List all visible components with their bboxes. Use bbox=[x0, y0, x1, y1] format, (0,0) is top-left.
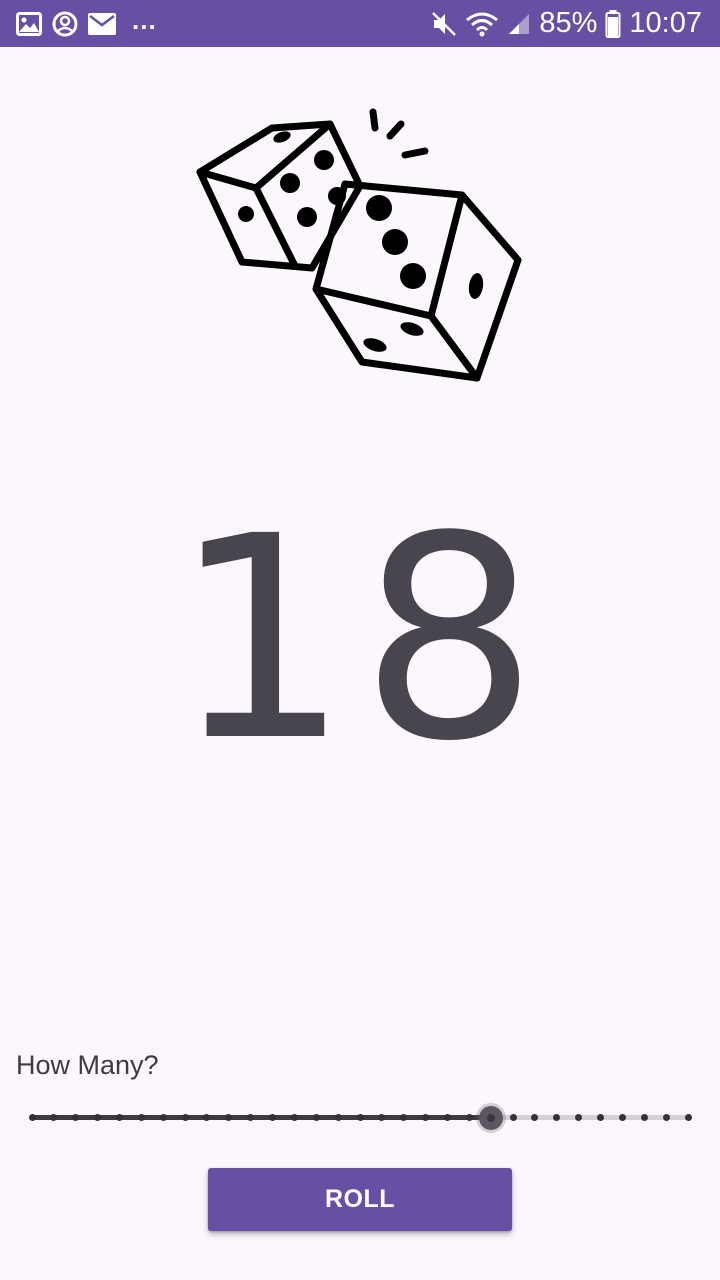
notification-area: ... bbox=[16, 7, 431, 37]
slider-tick bbox=[312, 1114, 320, 1121]
gallery-icon bbox=[16, 11, 42, 36]
signal-icon bbox=[507, 12, 531, 36]
mail-icon bbox=[88, 12, 116, 35]
slider-tick bbox=[115, 1114, 123, 1121]
more-notifications: ... bbox=[132, 4, 157, 35]
slider-tick bbox=[618, 1114, 626, 1121]
status-bar: ... 85% 10:07 bbox=[0, 0, 720, 47]
dice-count-slider[interactable] bbox=[28, 1100, 692, 1136]
slider-tick bbox=[28, 1114, 36, 1121]
slider-tick bbox=[640, 1114, 648, 1121]
dice-count-label: How Many? bbox=[16, 1050, 159, 1080]
slider-thumb[interactable] bbox=[479, 1106, 504, 1130]
battery-percent: 85% bbox=[539, 7, 598, 39]
slider-tick bbox=[137, 1114, 145, 1121]
clock: 10:07 bbox=[629, 7, 702, 39]
roll-button[interactable]: ROLL bbox=[208, 1168, 512, 1231]
slider-tick bbox=[465, 1114, 473, 1121]
slider-tick bbox=[684, 1114, 692, 1121]
slider-tick bbox=[269, 1114, 277, 1121]
roll-result: 18 bbox=[171, 477, 549, 803]
slider-tick bbox=[443, 1114, 451, 1121]
slider-tick bbox=[334, 1114, 342, 1121]
slider-tick bbox=[181, 1114, 189, 1121]
account-circle-icon bbox=[52, 11, 78, 37]
slider-tick bbox=[356, 1114, 364, 1121]
wifi-icon bbox=[465, 11, 499, 37]
slider-tick bbox=[662, 1114, 670, 1121]
mute-icon bbox=[431, 11, 457, 37]
battery-icon bbox=[605, 9, 621, 38]
slider-tick bbox=[290, 1114, 298, 1121]
slider-tick bbox=[597, 1114, 605, 1121]
slider-tick bbox=[509, 1114, 517, 1121]
dice-icon bbox=[190, 100, 530, 390]
system-status: 85% 10:07 bbox=[431, 9, 702, 38]
slider-tick bbox=[159, 1114, 167, 1121]
